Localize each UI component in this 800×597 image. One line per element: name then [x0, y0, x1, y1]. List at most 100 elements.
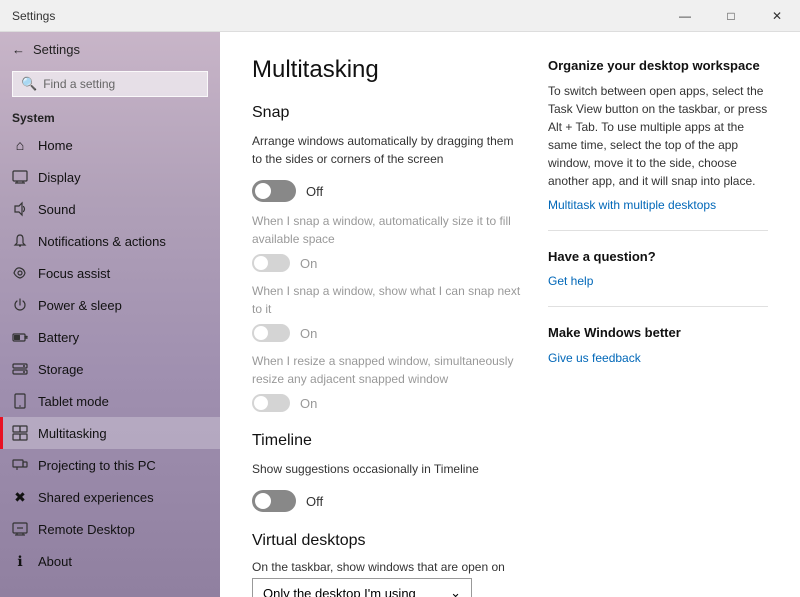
snap-sub3: When I resize a snapped window, simultan… — [252, 352, 524, 412]
timeline-toggle-row: Off — [252, 490, 524, 512]
help-link[interactable]: Get help — [548, 272, 768, 290]
sidebar-item-label: Battery — [38, 330, 79, 345]
chevron-down-icon: ⌄ — [450, 585, 461, 597]
snap-sub3-toggle-label: On — [300, 396, 317, 411]
feedback-link[interactable]: Give us feedback — [548, 349, 768, 367]
snap-toggle-label: Off — [306, 184, 323, 199]
snap-sub3-toggle[interactable] — [252, 394, 290, 412]
tablet-icon — [12, 393, 28, 409]
right-divider-1 — [548, 230, 768, 231]
search-box: 🔍 — [12, 71, 208, 97]
titlebar-controls: — □ ✕ — [662, 0, 800, 32]
snap-sub1: When I snap a window, automatically size… — [252, 212, 524, 272]
search-input[interactable] — [43, 77, 199, 91]
vdesktops-section-title: Virtual desktops — [252, 532, 524, 550]
display-icon — [12, 169, 28, 185]
storage-icon — [12, 361, 28, 377]
sidebar-item-focus[interactable]: Focus assist — [0, 257, 220, 289]
sidebar-item-home[interactable]: ⌂ Home — [0, 129, 220, 161]
timeline-toggle-label: Off — [306, 494, 323, 509]
projecting-icon — [12, 457, 28, 473]
home-icon: ⌂ — [12, 137, 28, 153]
sidebar-item-battery[interactable]: Battery — [0, 321, 220, 353]
snap-sub1-toggle-thumb — [254, 256, 268, 270]
timeline-description: Show suggestions occasionally in Timelin… — [252, 460, 524, 478]
focus-icon — [12, 265, 28, 281]
timeline-toggle[interactable] — [252, 490, 296, 512]
snap-sub2-toggle[interactable] — [252, 324, 290, 342]
sidebar-item-display[interactable]: Display — [0, 161, 220, 193]
feedback-title: Make Windows better — [548, 323, 768, 343]
titlebar: Settings — □ ✕ — [0, 0, 800, 32]
main-content: Multitasking Snap Arrange windows automa… — [220, 32, 800, 597]
sidebar-item-label: Storage — [38, 362, 84, 377]
organize-title: Organize your desktop workspace — [548, 56, 768, 76]
timeline-toggle-thumb — [255, 493, 271, 509]
help-title: Have a question? — [548, 247, 768, 267]
back-button[interactable]: ← Settings — [0, 32, 220, 67]
help-section: Have a question? Get help — [548, 247, 768, 291]
back-label: Settings — [33, 42, 80, 57]
sidebar-item-label: Home — [38, 138, 73, 153]
snap-sub3-toggle-row: On — [252, 394, 524, 412]
snap-toggle[interactable] — [252, 180, 296, 202]
content-area: Multitasking Snap Arrange windows automa… — [252, 56, 524, 573]
snap-section-title: Snap — [252, 104, 524, 122]
right-panel: Organize your desktop workspace To switc… — [548, 56, 768, 573]
snap-description: Arrange windows automatically by draggin… — [252, 132, 524, 168]
sidebar-item-label: Sound — [38, 202, 76, 217]
snap-sub2-toggle-label: On — [300, 326, 317, 341]
sidebar-item-label: Tablet mode — [38, 394, 109, 409]
sound-icon — [12, 201, 28, 217]
sidebar-item-label: Power & sleep — [38, 298, 122, 313]
sidebar-item-label: Shared experiences — [38, 490, 154, 505]
snap-sub3-label: When I resize a snapped window, simultan… — [252, 352, 524, 388]
sidebar: ← Settings 🔍 System ⌂ Home Display Sound — [0, 32, 220, 597]
taskbar-dropdown[interactable]: Only the desktop I'm using ⌄ — [252, 578, 472, 597]
sidebar-item-remote[interactable]: Remote Desktop — [0, 513, 220, 545]
snap-sub1-toggle-row: On — [252, 254, 524, 272]
right-divider-2 — [548, 306, 768, 307]
sidebar-item-label: Display — [38, 170, 81, 185]
sidebar-item-multitasking[interactable]: Multitasking — [0, 417, 220, 449]
organize-link[interactable]: Multitask with multiple desktops — [548, 196, 768, 214]
taskbar-dropdown-value: Only the desktop I'm using — [263, 586, 416, 597]
organize-text: To switch between open apps, select the … — [548, 82, 768, 190]
snap-sub2-toggle-row: On — [252, 324, 524, 342]
timeline-section-title: Timeline — [252, 432, 524, 450]
close-button[interactable]: ✕ — [754, 0, 800, 32]
sidebar-item-shared[interactable]: ✖ Shared experiences — [0, 481, 220, 513]
remote-icon — [12, 521, 28, 537]
snap-sub1-toggle-label: On — [300, 256, 317, 271]
sidebar-item-notifications[interactable]: Notifications & actions — [0, 225, 220, 257]
sidebar-item-power[interactable]: Power & sleep — [0, 289, 220, 321]
snap-sub1-toggle[interactable] — [252, 254, 290, 272]
sidebar-section-label: System — [0, 105, 220, 129]
maximize-button[interactable]: □ — [708, 0, 754, 32]
back-icon: ← — [12, 42, 25, 57]
sidebar-item-label: Multitasking — [38, 426, 107, 441]
notifications-icon — [12, 233, 28, 249]
taskbar-dropdown-group: On the taskbar, show windows that are op… — [252, 560, 524, 597]
shared-icon: ✖ — [12, 489, 28, 505]
snap-toggle-thumb — [255, 183, 271, 199]
feedback-section: Make Windows better Give us feedback — [548, 323, 768, 367]
sidebar-item-label: Remote Desktop — [38, 522, 135, 537]
titlebar-title: Settings — [12, 9, 55, 23]
sidebar-item-label: Projecting to this PC — [38, 458, 156, 473]
multitasking-icon — [12, 425, 28, 441]
search-icon: 🔍 — [21, 76, 37, 92]
snap-sub1-label: When I snap a window, automatically size… — [252, 212, 524, 248]
minimize-button[interactable]: — — [662, 0, 708, 32]
snap-sub2-toggle-thumb — [254, 326, 268, 340]
snap-sub3-toggle-thumb — [254, 396, 268, 410]
sidebar-item-label: Notifications & actions — [38, 234, 166, 249]
power-icon — [12, 297, 28, 313]
sidebar-item-tablet[interactable]: Tablet mode — [0, 385, 220, 417]
sidebar-item-sound[interactable]: Sound — [0, 193, 220, 225]
sidebar-item-label: About — [38, 554, 72, 569]
sidebar-item-about[interactable]: ℹ About — [0, 545, 220, 577]
app-container: ← Settings 🔍 System ⌂ Home Display Sound — [0, 32, 800, 597]
sidebar-item-storage[interactable]: Storage — [0, 353, 220, 385]
sidebar-item-projecting[interactable]: Projecting to this PC — [0, 449, 220, 481]
